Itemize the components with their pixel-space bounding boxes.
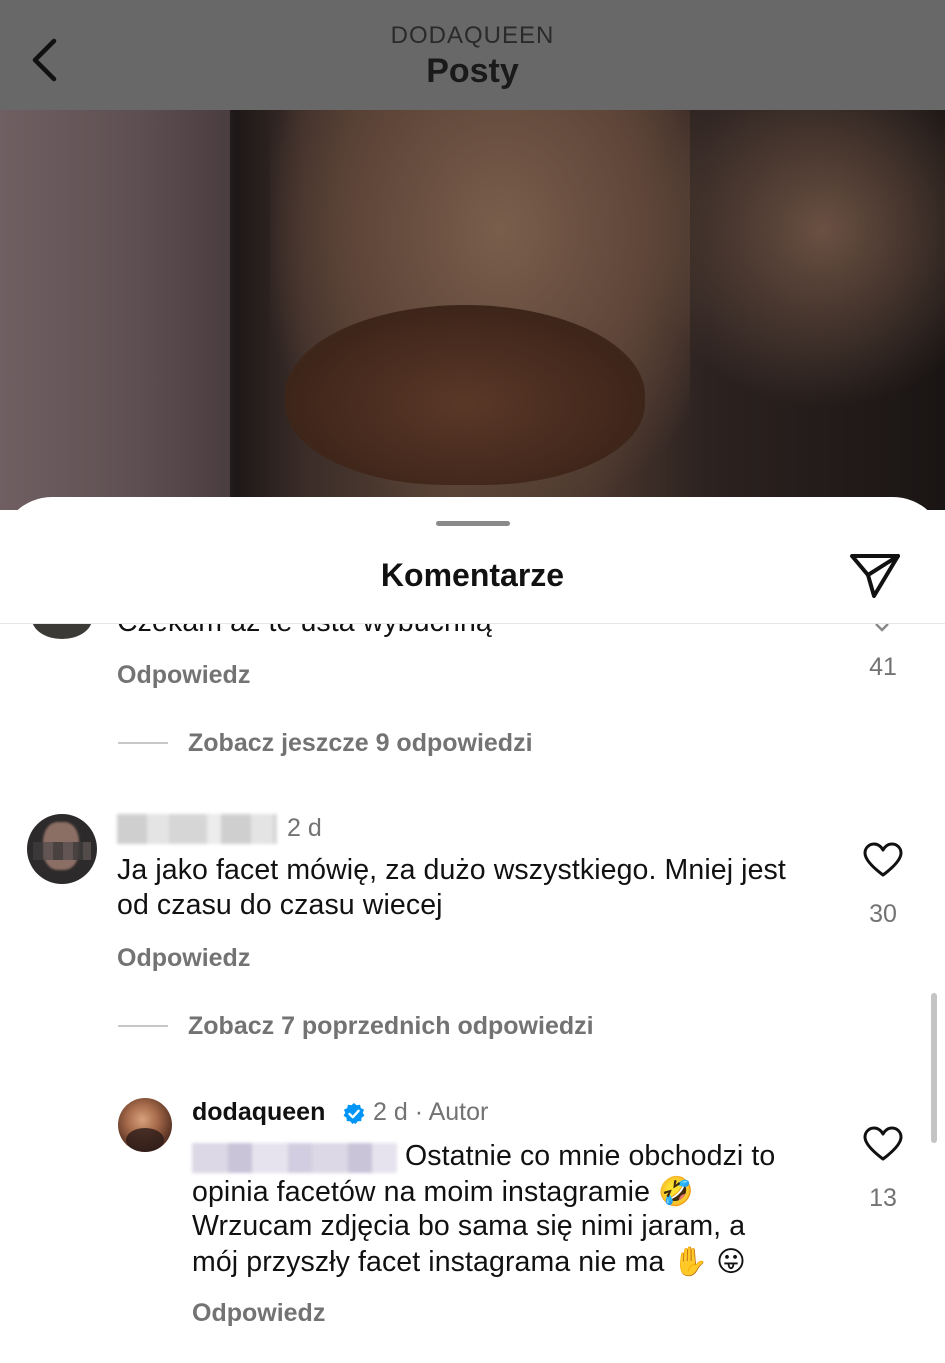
replies-divider — [118, 1025, 168, 1027]
reply-button[interactable]: Odpowiedz — [117, 944, 250, 973]
page-title: Posty — [426, 52, 519, 90]
view-previous-replies-link[interactable]: Zobacz 7 poprzednich odpowiedzi — [188, 1012, 594, 1041]
like-count: 30 — [869, 900, 897, 928]
photo-garment — [285, 305, 645, 485]
avatar[interactable] — [32, 624, 92, 639]
paper-plane-icon — [850, 554, 900, 598]
instagram-comments-screen: DODAQUEEN Posty Komentarze Czekam aż te … — [0, 0, 945, 1363]
share-button[interactable] — [848, 551, 902, 601]
like-button[interactable] — [863, 842, 903, 878]
reply-text-line-4-text: mój przyszły facet instagrama nie ma — [192, 1246, 665, 1278]
photo-curtain — [0, 110, 230, 510]
top-header: DODAQUEEN Posty — [0, 0, 945, 110]
mention-blurred[interactable] — [192, 1143, 397, 1173]
like-count: 41 — [869, 653, 897, 681]
reply-text-line-3: Wrzucam zdjęcia bo sama się nimi jaram, … — [192, 1210, 746, 1242]
account-name: DODAQUEEN — [390, 22, 555, 49]
avatar[interactable] — [118, 1098, 172, 1152]
reply-text-line-2-text: opinia facetów na moim instagramie — [192, 1176, 651, 1208]
like-button[interactable] — [863, 1126, 903, 1162]
raised-hand-emoji: ✋ — [672, 1245, 709, 1278]
scrollbar[interactable] — [931, 993, 937, 1143]
username[interactable]: dodaqueen — [192, 1098, 325, 1127]
verified-badge-icon — [343, 1103, 365, 1124]
rofl-emoji: 🤣 — [658, 1175, 694, 1208]
comment-text: Czekam aż te usta wybuchną — [117, 624, 492, 640]
reply-meta: 2 d · Autor — [373, 1098, 489, 1126]
reply-button[interactable]: Odpowiedz — [192, 1299, 325, 1328]
reply-text-line-4: mój przyszły facet instagrama nie ma ✋ 😛 — [192, 1244, 746, 1280]
reply-button[interactable]: Odpowiedz — [117, 661, 250, 690]
like-count: 13 — [869, 1184, 897, 1212]
view-more-replies-link[interactable]: Zobacz jeszcze 9 odpowiedzi — [188, 729, 533, 758]
heart-outline-icon — [863, 1126, 903, 1161]
comment-time: 2 d — [287, 814, 322, 842]
comments-list[interactable]: Czekam aż te usta wybuchną Odpowiedz 41 … — [0, 624, 945, 1363]
replies-divider — [118, 742, 168, 744]
comments-sheet: Komentarze Czekam aż te usta wybuchną Od… — [0, 497, 945, 1363]
username-blurred[interactable] — [117, 814, 277, 844]
photo-arm — [640, 110, 945, 410]
post-photo — [0, 110, 945, 510]
sheet-grabber[interactable] — [436, 521, 510, 526]
reply-text-line-2: opinia facetów na moim instagramie 🤣 — [192, 1174, 694, 1210]
chevron-down-icon — [875, 624, 889, 632]
heart-outline-icon — [863, 842, 903, 877]
sheet-title: Komentarze — [380, 557, 565, 593]
reply-text-line-1: Ostatnie co mnie obchodzi to — [405, 1140, 776, 1172]
comment-text: Ja jako facet mówię, za dużo wszystkiego… — [117, 854, 786, 921]
tongue-emoji: 😛 — [716, 1245, 746, 1278]
avatar[interactable] — [27, 814, 97, 884]
